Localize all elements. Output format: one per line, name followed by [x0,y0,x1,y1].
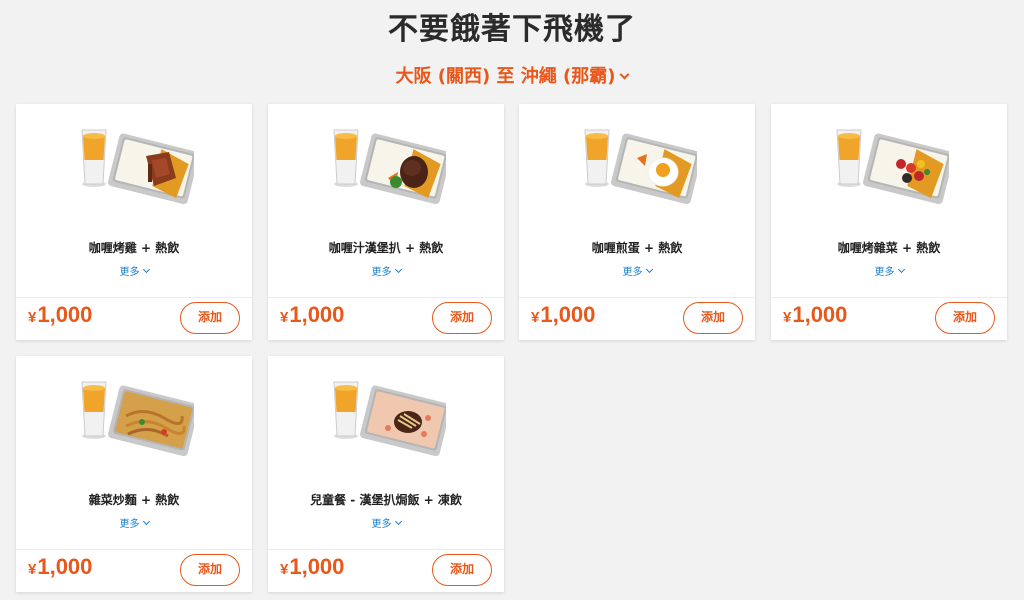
price: ¥1,000 [28,554,92,580]
card-footer: ¥1,000 添加 [268,297,504,340]
add-button[interactable]: 添加 [432,554,492,586]
chevron-down-icon [142,517,150,526]
more-link[interactable]: 更多 [16,515,252,530]
price: ¥1,000 [280,554,344,580]
item-name: 雜菜炒麵 + 熱飲 [88,493,180,507]
card-body: 咖喱汁漢堡扒 + 熱飲更多 [268,104,504,297]
price: ¥1,000 [28,302,92,328]
price-value: 1,000 [540,302,596,327]
meal-image [829,116,954,216]
price: ¥1,000 [783,302,847,328]
price-value: 1,000 [37,554,93,579]
add-button[interactable]: 添加 [683,302,743,334]
chevron-down-icon [394,265,402,274]
currency-symbol: ¥ [28,309,37,326]
chevron-down-icon [645,265,653,274]
currency-symbol: ¥ [783,309,792,326]
page-title: 不要餓著下飛機了 [388,12,636,47]
menu-card: 咖喱烤雞 + 熱飲更多 ¥1,000 添加 [16,104,252,340]
chevron-down-icon [620,69,630,80]
menu-card: 兒童餐 - 漢堡扒焗飯 + 凍飲更多 ¥1,000 添加 [268,356,504,592]
card-body: 咖喱烤雞 + 熱飲更多 [16,104,252,297]
more-label: 更多 [622,267,643,278]
card-footer: ¥1,000 添加 [16,297,252,340]
add-button[interactable]: 添加 [180,302,240,334]
currency-symbol: ¥ [280,309,289,326]
more-label: 更多 [119,519,140,530]
item-name: 咖喱汁漢堡扒 + 熱飲 [328,241,444,255]
more-label: 更多 [371,519,392,530]
currency-symbol: ¥ [531,309,540,326]
menu-card: 咖喱烤雜菜 + 熱飲更多 ¥1,000 添加 [771,104,1007,340]
meal-image [326,116,451,216]
meal-image [577,116,702,216]
more-label: 更多 [874,267,895,278]
route-label: 大阪 (關西) 至 沖繩 (那霸) [395,66,616,87]
menu-card: 雜菜炒麵 + 熱飲更多 ¥1,000 添加 [16,356,252,592]
price: ¥1,000 [531,302,595,328]
menu-card: 咖喱煎蛋 + 熱飲更多 ¥1,000 添加 [519,104,755,340]
more-label: 更多 [371,267,392,278]
route-selector[interactable]: 大阪 (關西) 至 沖繩 (那霸) [0,62,1024,88]
item-name: 兒童餐 - 漢堡扒焗飯 + 凍飲 [310,493,462,507]
card-footer: ¥1,000 添加 [519,297,755,340]
more-link[interactable]: 更多 [16,263,252,278]
chevron-down-icon [394,517,402,526]
card-body: 咖喱煎蛋 + 熱飲更多 [519,104,755,297]
price-value: 1,000 [792,302,848,327]
item-name: 咖喱煎蛋 + 熱飲 [591,241,683,255]
card-footer: ¥1,000 添加 [16,549,252,592]
currency-symbol: ¥ [28,561,37,578]
meal-image [326,368,451,468]
chevron-down-icon [897,265,905,274]
add-button[interactable]: 添加 [935,302,995,334]
more-link[interactable]: 更多 [268,515,504,530]
add-button[interactable]: 添加 [432,302,492,334]
more-link[interactable]: 更多 [268,263,504,278]
price-value: 1,000 [289,302,345,327]
add-button[interactable]: 添加 [180,554,240,586]
price-value: 1,000 [37,302,93,327]
menu-card: 咖喱汁漢堡扒 + 熱飲更多 ¥1,000 添加 [268,104,504,340]
card-footer: ¥1,000 添加 [771,297,1007,340]
meal-image [74,116,199,216]
card-body: 兒童餐 - 漢堡扒焗飯 + 凍飲更多 [268,356,504,549]
price: ¥1,000 [280,302,344,328]
price-value: 1,000 [289,554,345,579]
more-link[interactable]: 更多 [519,263,755,278]
meal-image [74,368,199,468]
item-name: 咖喱烤雜菜 + 熱飲 [837,241,941,255]
more-label: 更多 [119,267,140,278]
card-body: 雜菜炒麵 + 熱飲更多 [16,356,252,549]
currency-symbol: ¥ [280,561,289,578]
item-name: 咖喱烤雞 + 熱飲 [88,241,180,255]
more-link[interactable]: 更多 [771,263,1007,278]
card-body: 咖喱烤雜菜 + 熱飲更多 [771,104,1007,297]
chevron-down-icon [142,265,150,274]
card-footer: ¥1,000 添加 [268,549,504,592]
